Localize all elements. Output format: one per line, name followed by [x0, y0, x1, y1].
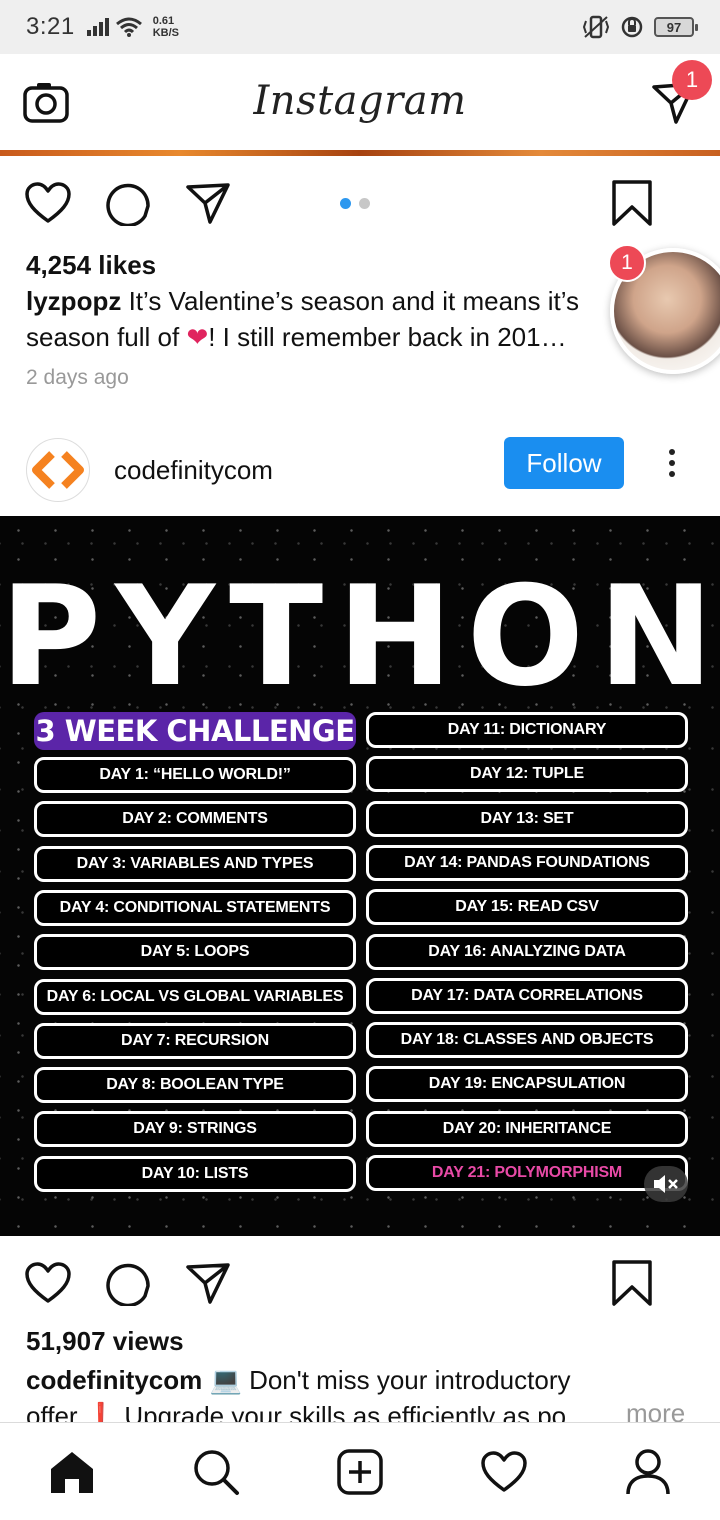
nav-profile-button[interactable]: [622, 1446, 674, 1498]
status-bar: 3:21 0.61 KB/S 97: [0, 0, 720, 54]
codefinity-logo-icon: [32, 451, 84, 489]
top-app-bar: Instagram 1: [0, 54, 720, 150]
post2-avatar[interactable]: [26, 438, 90, 502]
like-button[interactable]: [22, 177, 74, 229]
add-post-icon: [337, 1448, 383, 1495]
comment-icon: [106, 1263, 150, 1306]
day-item-left: DAY 2: COMMENTS: [34, 801, 356, 837]
post2-views[interactable]: 51,907 views: [26, 1326, 184, 1357]
day-item-right: DAY 20: INHERITANCE: [366, 1111, 688, 1147]
bookmark-icon: [612, 1260, 652, 1306]
nav-search-button[interactable]: [190, 1446, 242, 1498]
day-item-right: DAY 11: DICTIONARY: [366, 712, 688, 748]
day-item-right: DAY 14: PANDAS FOUNDATIONS: [366, 845, 688, 881]
post1-likes[interactable]: 4,254 likes: [26, 250, 156, 281]
day-item-left: DAY 5: LOOPS: [34, 934, 356, 970]
day-item-left: DAY 6: LOCAL VS GLOBAL VARIABLES: [34, 979, 356, 1015]
day-item-right: DAY 19: ENCAPSULATION: [366, 1066, 688, 1102]
more-dot: [669, 449, 675, 455]
day-item-right: DAY 15: READ CSV: [366, 889, 688, 925]
more-dot: [669, 460, 675, 466]
battery-indicator: 97: [654, 17, 698, 37]
comment-icon: [106, 183, 150, 226]
post1-action-bar: [0, 168, 720, 238]
carousel-indicator: [340, 197, 370, 209]
share-icon: [186, 1263, 230, 1304]
save-button[interactable]: [606, 177, 658, 229]
media-title: PYTHON: [0, 556, 720, 717]
heart-icon: [25, 1262, 71, 1303]
alarm-icon: [621, 16, 643, 38]
day-item-right: DAY 16: ANALYZING DATA: [366, 934, 688, 970]
more-dot: [669, 471, 675, 477]
post2-media[interactable]: PYTHON 3 WEEK CHALLENGE DAY 1: “HELLO WO…: [0, 516, 720, 1236]
day-item-left: DAY 9: STRINGS: [34, 1111, 356, 1147]
signal-icon: [86, 18, 109, 36]
heart-emoji: ❤: [186, 322, 209, 352]
follow-button[interactable]: Follow: [504, 437, 624, 489]
bookmark-icon: [612, 180, 652, 226]
post-options-button[interactable]: [658, 441, 686, 485]
day-item-left: DAY 7: RECURSION: [34, 1023, 356, 1059]
nav-new-post-button[interactable]: [334, 1446, 386, 1498]
vibrate-icon: [582, 15, 610, 39]
day-item-right: DAY 13: SET: [366, 801, 688, 837]
bottom-navigation: [0, 1422, 720, 1520]
like-button[interactable]: [22, 1257, 74, 1309]
day-item-left: DAY 3: VARIABLES AND TYPES: [34, 846, 356, 882]
search-icon: [194, 1449, 239, 1495]
instagram-logo: Instagram: [253, 78, 467, 124]
post2-caption-username[interactable]: codefinitycom: [26, 1365, 202, 1395]
share-button[interactable]: [182, 177, 234, 229]
activity-heart-icon: [481, 1450, 527, 1492]
nav-activity-button[interactable]: [478, 1446, 530, 1498]
profile-icon: [626, 1448, 670, 1494]
camera-icon: [23, 83, 69, 123]
heart-icon: [25, 182, 71, 223]
wifi-icon: [115, 17, 142, 37]
muted-speaker-icon: [654, 1175, 678, 1193]
post1-timestamp: 2 days ago: [26, 366, 129, 389]
nav-home-button[interactable]: [46, 1446, 98, 1498]
day-item-right: DAY 17: DATA CORRELATIONS: [366, 978, 688, 1014]
previous-post-image-edge: [0, 150, 720, 156]
home-icon: [51, 1451, 93, 1493]
comment-button[interactable]: [102, 177, 154, 229]
day-item-right: DAY 18: CLASSES AND OBJECTS: [366, 1022, 688, 1058]
save-button[interactable]: [606, 1257, 658, 1309]
direct-messages-button[interactable]: 1: [648, 60, 712, 128]
share-button[interactable]: [182, 1257, 234, 1309]
challenge-label: 3 WEEK CHALLENGE: [34, 712, 356, 750]
share-icon: [186, 183, 230, 224]
comment-button[interactable]: [102, 1257, 154, 1309]
day-item-left: DAY 1: “HELLO WORLD!”: [34, 757, 356, 793]
day-item-right: DAY 21: POLYMORPHISM: [366, 1155, 688, 1191]
day-item-right: DAY 12: TUPLE: [366, 756, 688, 792]
carousel-dot: [359, 197, 370, 209]
mute-button[interactable]: [644, 1166, 688, 1202]
post1-caption[interactable]: lyzpopz It’s Valentine’s season and it m…: [26, 283, 626, 355]
story-badge: 1: [608, 244, 646, 282]
post2-action-bar: [0, 1248, 720, 1318]
carousel-dot-active: [340, 197, 351, 209]
post2-username[interactable]: codefinitycom: [114, 455, 273, 486]
post1-caption-username[interactable]: lyzpopz: [26, 286, 121, 316]
camera-button[interactable]: [20, 76, 72, 128]
day-item-left: DAY 10: LISTS: [34, 1156, 356, 1192]
dm-badge: 1: [672, 60, 712, 100]
status-time: 3:21: [26, 13, 75, 40]
network-speed: 0.61 KB/S: [152, 15, 179, 39]
post2-header: codefinitycom Follow: [0, 425, 720, 515]
day-item-left: DAY 8: BOOLEAN TYPE: [34, 1067, 356, 1103]
day-item-left: DAY 4: CONDITIONAL STATEMENTS: [34, 890, 356, 926]
